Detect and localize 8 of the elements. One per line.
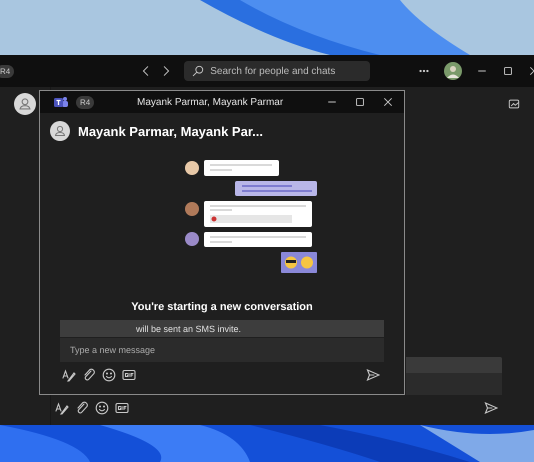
version-badge: R4 [0, 64, 14, 78]
chat-title: Mayank Parmar, Mayank Par... [78, 124, 263, 138]
search-field[interactable]: Search for people and chats [184, 61, 370, 81]
message-field[interactable]: Type a new message [60, 338, 384, 362]
sms-notice: will be sent an SMS invite. [60, 320, 384, 337]
version-badge: R4 [76, 96, 94, 108]
window-title: Mayank Parmar, Mayank Parmar [136, 96, 284, 108]
conversation-heading: You're starting a new conversation [131, 301, 313, 313]
